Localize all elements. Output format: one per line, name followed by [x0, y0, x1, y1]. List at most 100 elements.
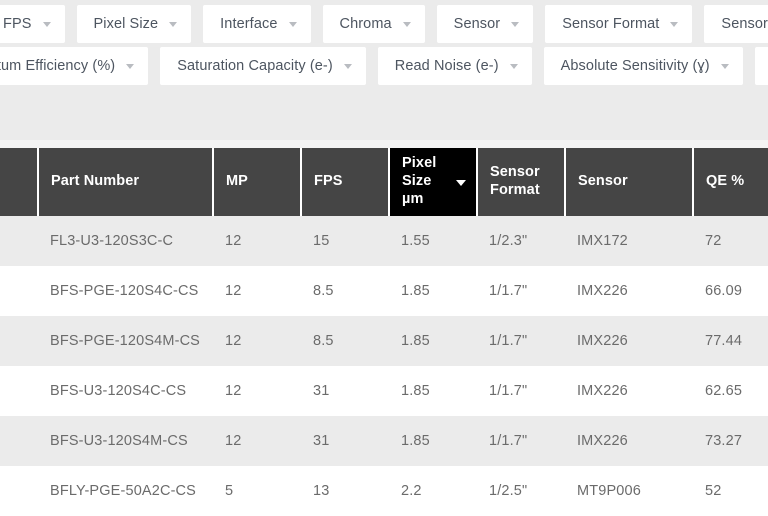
filter-chip-label: Sensor Format [562, 15, 660, 32]
table-cell-mp: 12 [213, 416, 301, 466]
filter-chip-label: Absolute Sensitivity (ɣ) [560, 57, 710, 74]
table-cell-spacer [0, 216, 38, 266]
chevron-down-icon [169, 21, 178, 27]
filter-chip-label: Read Noise (e-) [394, 57, 499, 74]
filter-chip-row1-2[interactable]: Interface [203, 5, 311, 43]
chevron-down-icon [126, 63, 135, 69]
table-header-label: Pixel Size µm [402, 155, 437, 207]
filter-chip-label: Sensor Type [721, 15, 768, 32]
filter-chip-row2-4[interactable]: Dynamic Range (dB) [754, 47, 768, 85]
filter-row-secondary: Quantum Efficiency (%) Saturation Capacit… [0, 47, 768, 85]
table-cell-part_number: BFS-U3-120S4M-CS [38, 416, 213, 466]
filter-chip-label: Quantum Efficiency (%) [0, 57, 116, 74]
table-row[interactable]: BFS-PGE-120S4M-CS 12 8.5 1.85 1/1.7" IMX226 77… [0, 316, 768, 366]
table-cell-sensor_format: 1/2.3" [477, 216, 565, 266]
filter-table-separator [0, 140, 768, 148]
table-cell-fps: 8.5 [301, 316, 389, 366]
table-cell-sensor_format: 1/1.7" [477, 416, 565, 466]
filter-chip-row1-0[interactable]: FPS [0, 5, 65, 43]
filter-chip-label: Saturation Capacity (e-) [177, 57, 333, 74]
table-cell-spacer [0, 416, 38, 466]
filter-chip-label: Interface [220, 15, 278, 32]
filter-chip-row1-1[interactable]: Pixel Size [76, 5, 192, 43]
table-header: Part Number MP FPS Pixel Size µm Sensor Form… [0, 148, 768, 216]
table-row[interactable]: BFS-U3-120S4C-CS 12 31 1.85 1/1.7" IMX226 62.6… [0, 366, 768, 416]
chevron-down-icon [343, 63, 352, 69]
table-row[interactable]: BFLY-PGE-50A2C-CS 5 13 2.2 1/2.5" MT9P006 52 [0, 466, 768, 516]
table-cell-fps: 8.5 [301, 266, 389, 316]
table-cell-spacer [0, 266, 38, 316]
table-cell-sensor: IMX226 [565, 316, 693, 366]
table-cell-mp: 12 [213, 366, 301, 416]
table-cell-spacer [0, 466, 38, 516]
table-cell-spacer [0, 316, 38, 366]
filter-chip-label: Sensor [453, 15, 501, 32]
table-header-label: QE % [706, 173, 745, 190]
table-header-qe[interactable]: QE % [693, 148, 768, 216]
filter-chip-row2-0[interactable]: Quantum Efficiency (%) [0, 47, 149, 85]
table-cell-sensor: IMX226 [565, 266, 693, 316]
filter-chip-label: Pixel Size [93, 15, 159, 32]
table-cell-spacer [0, 366, 38, 416]
filter-bar: FPS Pixel Size Interface Chroma Sensor Sensor… [0, 0, 768, 140]
table-cell-sensor: IMX172 [565, 216, 693, 266]
table-cell-part_number: BFS-U3-120S4C-CS [38, 366, 213, 416]
table-cell-sensor_format: 1/1.7" [477, 266, 565, 316]
camera-spec-table-container: Part Number MP FPS Pixel Size µm Sensor Form… [0, 148, 768, 516]
table-cell-qe: 72 [693, 216, 768, 266]
table-cell-fps: 31 [301, 416, 389, 466]
table-cell-mp: 12 [213, 316, 301, 366]
table-cell-qe: 52 [693, 466, 768, 516]
table-header-pixel_size[interactable]: Pixel Size µm [389, 148, 478, 216]
table-header-fps[interactable]: FPS [301, 148, 390, 216]
table-header-row: Part Number MP FPS Pixel Size µm Sensor Form… [0, 148, 768, 216]
filter-chip-row2-2[interactable]: Read Noise (e-) [377, 47, 532, 85]
chevron-down-icon [511, 21, 520, 27]
filter-chip-row1-4[interactable]: Sensor [436, 5, 534, 43]
table-header-label: MP [226, 173, 248, 190]
table-cell-sensor: IMX226 [565, 416, 693, 466]
chevron-down-icon [288, 21, 297, 27]
camera-spec-table: Part Number MP FPS Pixel Size µm Sensor Form… [0, 148, 768, 516]
table-header-mp[interactable]: MP [213, 148, 302, 216]
table-cell-pixel_size: 1.85 [389, 416, 477, 466]
table-row[interactable]: FL3-U3-120S3C-C 12 15 1.55 1/2.3" IMX172 72 [0, 216, 768, 266]
chevron-down-icon [670, 21, 679, 27]
table-cell-part_number: FL3-U3-120S3C-C [38, 216, 213, 266]
table-header-part_number[interactable]: Part Number [38, 148, 214, 216]
table-cell-mp: 12 [213, 216, 301, 266]
table-header-spacer [0, 148, 39, 216]
table-cell-fps: 31 [301, 366, 389, 416]
table-header-sensor_format[interactable]: Sensor Format [477, 148, 566, 216]
table-header-label: Part Number [51, 173, 140, 190]
table-cell-pixel_size: 1.85 [389, 316, 477, 366]
table-body: FL3-U3-120S3C-C 12 15 1.55 1/2.3" IMX172 72 BFS… [0, 216, 768, 516]
table-cell-mp: 5 [213, 466, 301, 516]
table-cell-sensor_format: 1/1.7" [477, 366, 565, 416]
filter-chip-row1-6[interactable]: Sensor Type [704, 5, 768, 43]
table-cell-fps: 15 [301, 216, 389, 266]
table-cell-sensor_format: 1/2.5" [477, 466, 565, 516]
table-row[interactable]: BFS-U3-120S4M-CS 12 31 1.85 1/1.7" IMX226 73.2… [0, 416, 768, 466]
table-cell-sensor: MT9P006 [565, 466, 693, 516]
filter-chip-row1-5[interactable]: Sensor Format [545, 5, 693, 43]
table-row[interactable]: BFS-PGE-120S4C-CS 12 8.5 1.85 1/1.7" IMX226 66… [0, 266, 768, 316]
product-comparison-page: FPS Pixel Size Interface Chroma Sensor Sensor… [0, 0, 768, 516]
chevron-down-icon [402, 21, 411, 27]
filter-chip-label: Chroma [339, 15, 392, 32]
filter-chip-row2-3[interactable]: Absolute Sensitivity (ɣ) [543, 47, 743, 85]
table-cell-part_number: BFS-PGE-120S4M-CS [38, 316, 213, 366]
table-cell-fps: 13 [301, 466, 389, 516]
table-header-sensor[interactable]: Sensor [565, 148, 694, 216]
table-cell-qe: 73.27 [693, 416, 768, 466]
table-cell-qe: 66.09 [693, 266, 768, 316]
filter-chip-row2-1[interactable]: Saturation Capacity (e-) [160, 47, 366, 85]
sort-descending-caret-icon[interactable] [456, 180, 466, 186]
filter-chip-label: FPS [3, 15, 32, 32]
table-cell-pixel_size: 1.85 [389, 366, 477, 416]
filter-chip-row1-3[interactable]: Chroma [322, 5, 425, 43]
filter-row-primary: FPS Pixel Size Interface Chroma Sensor Sensor… [0, 5, 768, 43]
table-cell-part_number: BFS-PGE-120S4C-CS [38, 266, 213, 316]
table-header-label: FPS [314, 173, 343, 190]
table-cell-pixel_size: 1.55 [389, 216, 477, 266]
